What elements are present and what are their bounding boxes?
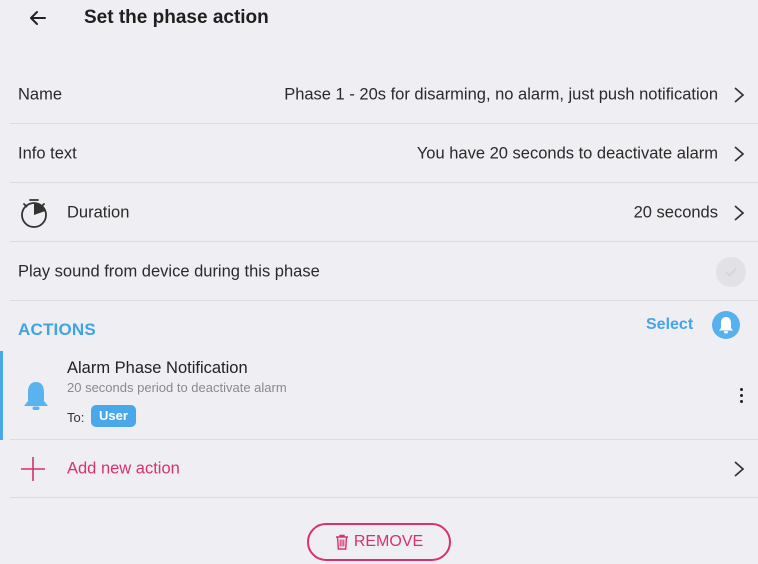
plus-icon (21, 457, 45, 481)
action-to-label: To: (67, 410, 85, 425)
play-sound-checkbox[interactable] (716, 256, 746, 287)
more-options-icon[interactable] (731, 385, 751, 405)
name-label: Name (18, 85, 63, 103)
select-bell-button[interactable] (712, 311, 740, 339)
remove-button[interactable]: REMOVE (307, 523, 451, 561)
chevron-right-icon (734, 204, 745, 221)
trash-icon (335, 534, 348, 550)
action-subtitle: 20 seconds period to deactivate alarm (67, 380, 287, 395)
add-new-action-label: Add new action (67, 459, 180, 477)
duration-value: 20 seconds (633, 203, 718, 221)
action-list-item[interactable]: Alarm Phase Notification 20 seconds peri… (0, 351, 758, 440)
info-text-value: You have 20 seconds to deactivate alarm (416, 144, 718, 162)
arrow-left-icon (30, 11, 46, 25)
remove-label: REMOVE (353, 533, 424, 550)
recipient-badge: User (91, 405, 136, 427)
bell-icon (24, 382, 48, 410)
app-header: Set the phase action (0, 0, 758, 36)
action-title: Alarm Phase Notification (67, 359, 248, 377)
duration-label: Duration (67, 203, 130, 221)
back-button[interactable] (24, 4, 52, 32)
play-sound-label: Play sound from device during this phase (18, 262, 320, 280)
check-icon (725, 267, 737, 277)
chevron-right-icon (734, 460, 745, 477)
select-action-button[interactable]: Select (646, 316, 693, 334)
chevron-right-icon (734, 145, 745, 162)
info-text-row[interactable]: Info text You have 20 seconds to deactiv… (10, 125, 758, 183)
add-new-action-row[interactable]: Add new action (10, 440, 758, 498)
name-row[interactable]: Name Phase 1 - 20s for disarming, no ala… (10, 66, 758, 124)
bell-icon (719, 317, 733, 334)
info-text-label: Info text (18, 144, 77, 162)
duration-row[interactable]: Duration 20 seconds (10, 184, 758, 242)
page-title: Set the phase action (84, 7, 269, 28)
timer-icon (21, 198, 47, 228)
chevron-right-icon (734, 86, 745, 103)
phase-action-screen: Set the phase action Name Phase 1 - 20s … (0, 0, 758, 564)
actions-heading: ACTIONS (18, 320, 96, 339)
name-value: Phase 1 - 20s for disarming, no alarm, j… (284, 85, 718, 103)
play-sound-row: Play sound from device during this phase (10, 243, 758, 301)
